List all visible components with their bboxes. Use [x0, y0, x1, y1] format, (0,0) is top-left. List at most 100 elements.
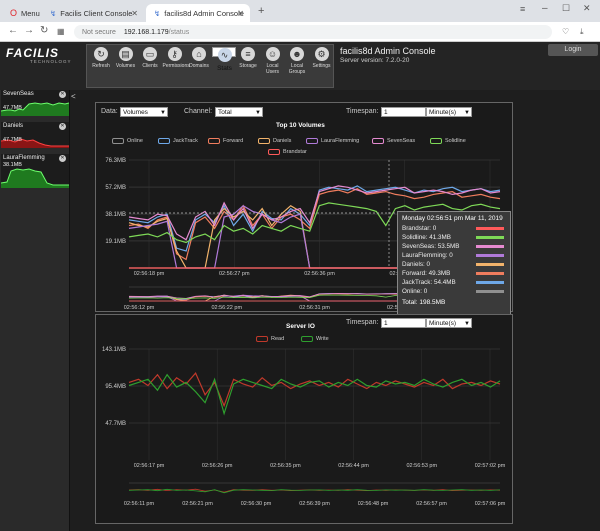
sidebar-item-lauraflemming[interactable]: LauraFlemming ✕ 38.1MB	[1, 154, 69, 188]
toolbar-volumes-button[interactable]: ▤ Volumes	[114, 47, 138, 69]
x-tick-label: 02:56:35 pm	[270, 463, 301, 469]
download-icon[interactable]: ⤓	[580, 27, 584, 37]
close-tab-icon[interactable]: ✕	[131, 9, 138, 18]
remove-icon[interactable]: ✕	[59, 123, 66, 130]
sidebar-item-value: 47.7MB	[3, 137, 22, 143]
sidebar-collapse-button[interactable]: <	[71, 92, 76, 101]
minimize-icon[interactable]: –	[542, 3, 548, 14]
heart-icon[interactable]: ♡	[562, 27, 569, 36]
tooltip-swatch	[476, 263, 504, 266]
toolbar-domains-button[interactable]: ⌂ Domains	[187, 47, 211, 69]
address-bar-row: ← → ↻ ▦ Not secure 192.168.1.179 /status…	[0, 22, 600, 42]
toolbar-permissions-button[interactable]: ⚷ Permissions	[162, 47, 190, 69]
tooltip-swatch	[476, 245, 504, 248]
io-chart: 143.1MB 95.4MB 47.7MB 02:56:17 pm 02:56:26 p…	[102, 347, 506, 507]
sidebar-item-label: Daniels	[3, 123, 24, 129]
y-tick-label: 95.4MB	[105, 384, 126, 390]
facilis-icon: ↯	[154, 8, 161, 18]
x-tick-label: 02:56:44 pm	[338, 463, 369, 469]
toolbar-clients-button[interactable]: ▭ Clients	[138, 47, 162, 69]
overview-x-tick-label: 02:56:57 pm	[416, 501, 447, 507]
local-groups-icon: ☻	[290, 47, 304, 61]
toolbar-label: Volumes	[115, 63, 136, 69]
tooltip-row-text: JackTrack: 54.4MB	[402, 279, 456, 286]
reload-icon[interactable]: ↻	[40, 25, 48, 36]
tab-menu-icon[interactable]: ≡	[520, 4, 525, 14]
tooltip-row-text: Brandstar: 0	[402, 225, 437, 232]
tooltip-total: Total: 198.5MB	[402, 299, 446, 306]
sidebar-item-label: SevenSeas	[3, 91, 34, 97]
back-icon[interactable]: ←	[8, 25, 18, 36]
sidebar: SevenSeas ✕ 47.7MB Daniels ✕ 47.7MB Laur…	[0, 90, 70, 531]
x-tick-label: 02:56:53 pm	[407, 463, 438, 469]
y-tick-label: 76.3MB	[105, 158, 126, 164]
toolbar-stats-button[interactable]: ∿ Stats	[211, 47, 236, 72]
tooltip-row-text: LauraFlemming: 0	[402, 252, 453, 259]
toolbar-local-groups-button[interactable]: ☻ Local Groups	[285, 47, 309, 75]
forward-icon[interactable]: →	[24, 25, 34, 36]
app-header: FACILIS TECHNOLOGY ↻ Refresh ▤ Volumes ▭ Clie…	[0, 42, 600, 90]
clients-icon: ▭	[143, 47, 157, 61]
settings-icon: ⚙	[314, 47, 329, 61]
maximize-icon[interactable]: ☐	[562, 3, 570, 14]
overview-x-tick-label: 02:56:31 pm	[299, 305, 330, 311]
key-icon: ⚷	[167, 47, 182, 61]
window-close-icon[interactable]: ✕	[583, 3, 591, 14]
remove-icon[interactable]: ✕	[59, 155, 66, 162]
toolbar-label: Stats	[217, 65, 232, 72]
overview-x-tick-label: 02:57:06 pm	[475, 501, 506, 507]
login-button[interactable]: Login	[548, 44, 598, 56]
facilis-icon: ↯	[50, 8, 57, 18]
y-tick-label: 47.7MB	[105, 421, 126, 427]
toolbar-refresh-button[interactable]: ↻ Refresh	[89, 47, 113, 69]
tooltip-row-text: SevenSeas: 53.5MB	[402, 243, 460, 250]
y-tick-label: 19.1MB	[105, 239, 126, 245]
sidebar-item-label: LauraFlemming	[3, 155, 45, 161]
toolbar-label: Permissions	[162, 63, 190, 69]
tab-admin-console[interactable]: ↯ facilis8d Admin Console ✕	[146, 4, 250, 22]
tooltip-title: Monday 02:56:51 pm Mar 11, 2019	[402, 215, 503, 222]
facilis-logo: FACILIS	[6, 46, 60, 60]
tooltip-row: Forward: 49.3MB	[402, 270, 506, 279]
stats-icon: ∿	[217, 48, 232, 62]
not-secure-label: Not secure	[82, 28, 116, 36]
toolbar-storage-button[interactable]: ≡ Storage	[236, 47, 260, 69]
opera-icon: O	[10, 8, 18, 18]
tooltip-swatch	[476, 236, 504, 239]
server-io-panel: Timespan: 1 Minute(s) ▼ Server IO Read Wri…	[95, 314, 513, 524]
tab-client-console[interactable]: ↯ Facilis Client Console ✕	[42, 4, 144, 22]
tooltip-row: Online: 0	[402, 288, 506, 297]
tooltip-rows: Brandstar: 0 Solidline: 41.3MB SevenSeas: …	[402, 225, 506, 297]
sidebar-item-value: 38.1MB	[3, 162, 22, 168]
tooltip-row: LauraFlemming: 0	[402, 252, 506, 261]
url-field[interactable]: Not secure 192.168.1.179 /status	[74, 25, 552, 39]
x-tick-label: 02:56:36 pm	[304, 271, 335, 277]
new-tab-button[interactable]: +	[258, 5, 264, 17]
main-toolbar: ↻ Refresh ▤ Volumes ▭ Clients ⚷ Permissions ⌂ Dom…	[86, 44, 334, 88]
y-tick-label: 57.2MB	[105, 185, 126, 191]
tooltip-row-text: Daniels: 0	[402, 261, 431, 268]
close-tab-icon[interactable]: ✕	[237, 9, 244, 18]
url-host: 192.168.1.179	[123, 28, 169, 36]
server-version: Server version: 7.2.0-20	[340, 57, 410, 64]
tab-menu[interactable]: O Menu	[2, 4, 40, 22]
tooltip-swatch	[476, 272, 504, 275]
sidebar-item-sevenseas[interactable]: SevenSeas ✕ 47.7MB	[1, 90, 69, 116]
tooltip-swatch	[476, 254, 504, 257]
logo-subtitle: TECHNOLOGY	[30, 59, 72, 64]
storage-icon: ≡	[241, 47, 255, 61]
speed-dial-icon[interactable]: ▦	[57, 27, 65, 36]
tooltip-swatch	[476, 227, 504, 230]
refresh-icon: ↻	[94, 47, 108, 61]
overview-x-tick-label: 02:56:12 pm	[124, 305, 155, 311]
tooltip-row-text: Solidline: 41.3MB	[402, 234, 452, 241]
toolbar-settings-button[interactable]: ⚙ Settings	[310, 47, 334, 69]
tooltip-swatch	[476, 290, 504, 293]
remove-icon[interactable]: ✕	[59, 91, 66, 98]
url-path: /status	[168, 28, 190, 36]
toolbar-local-users-button[interactable]: ☺ Local Users	[261, 47, 285, 75]
chart-tooltip: Monday 02:56:51 pm Mar 11, 2019 Brandsta…	[397, 211, 511, 316]
sidebar-item-daniels[interactable]: Daniels ✕ 47.7MB	[1, 122, 69, 148]
toolbar-label: Clients	[142, 63, 158, 69]
overview-x-tick-label: 02:56:22 pm	[211, 305, 242, 311]
